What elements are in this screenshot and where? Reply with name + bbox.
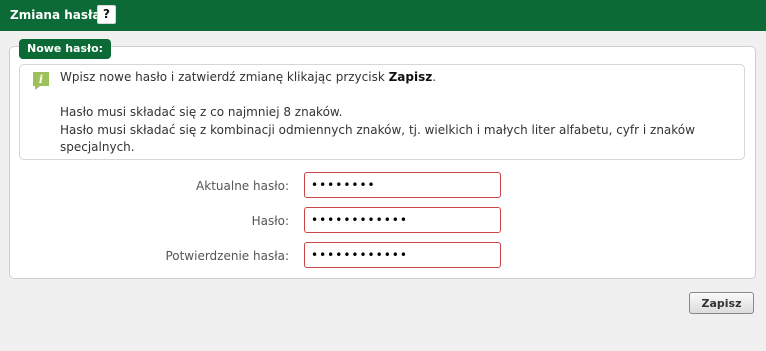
confirm-password-input[interactable] [304,242,501,268]
new-password-label: Hasło: [251,214,289,228]
svg-text:i: i [39,73,43,86]
info-rule-complexity: Hasło musi składać się z kombinacji odmi… [60,123,695,137]
confirm-password-label: Potwierdzenie hasła: [165,249,289,263]
current-password-label: Aktualne hasło: [196,179,289,193]
info-icon: i [33,72,49,90]
info-instruction: Wpisz nowe hasło i zatwierdź zmianę klik… [60,70,437,84]
info-rule-length: Hasło musi składać się z co najmniej 8 z… [60,105,343,119]
panel-title: Nowe hasło: [19,39,112,59]
info-instruction-emphasis: Zapisz [388,70,433,84]
help-button[interactable]: ? [97,5,116,24]
info-rule-complexity-cont: specjalnych. [60,140,135,154]
page-title: Zmiana hasła [10,8,101,22]
save-button[interactable]: Zapisz [689,292,754,314]
current-password-input[interactable] [304,172,501,198]
title-bar: Zmiana hasła ? [0,0,766,31]
new-password-input[interactable] [304,207,501,233]
